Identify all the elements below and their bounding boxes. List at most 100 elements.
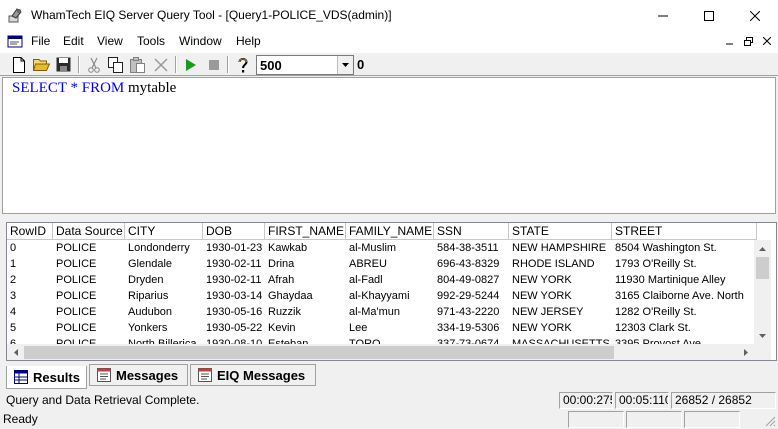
table-cell[interactable]: 584-38-3511 (434, 240, 509, 256)
table-cell[interactable]: 696-43-8329 (434, 256, 509, 272)
table-cell[interactable]: 8504 Washington St. (612, 240, 757, 256)
mdi-minimize-button[interactable] (723, 34, 737, 48)
table-cell[interactable]: 1793 O'Reilly St. (612, 256, 757, 272)
column-header[interactable]: STREET (612, 223, 757, 240)
table-cell[interactable]: Kevin (265, 320, 346, 336)
row-limit-dropdown-button[interactable] (337, 56, 353, 74)
table-cell[interactable]: POLICE (53, 256, 125, 272)
menu-file[interactable]: File (31, 34, 50, 48)
scroll-left-button[interactable] (7, 344, 24, 360)
table-cell[interactable]: POLICE (53, 240, 125, 256)
table-cell[interactable]: 1930-03-14 (203, 288, 265, 304)
paste-button[interactable] (128, 55, 148, 74)
table-cell[interactable]: 971-43-2220 (434, 304, 509, 320)
delete-button[interactable] (151, 55, 171, 74)
column-header[interactable]: DOB (203, 223, 265, 240)
table-cell[interactable]: NEW HAMPSHIRE (509, 240, 612, 256)
tab-results[interactable]: Results (6, 366, 87, 389)
resize-grip-icon[interactable] (764, 415, 776, 427)
table-cell[interactable]: ABREU (346, 256, 434, 272)
table-cell[interactable]: 334-19-5306 (434, 320, 509, 336)
close-button[interactable] (732, 0, 778, 31)
table-cell[interactable]: al-Fadl (346, 272, 434, 288)
vertical-scroll-thumb[interactable] (756, 257, 769, 279)
table-cell[interactable]: Ghaydaa (265, 288, 346, 304)
scroll-right-button[interactable] (737, 344, 754, 360)
table-cell[interactable]: NEW YORK (509, 320, 612, 336)
minimize-button[interactable] (640, 0, 686, 31)
table-cell[interactable]: al-Ma'mun (346, 304, 434, 320)
table-cell[interactable]: Audubon (125, 304, 203, 320)
table-cell[interactable]: Kawkab (265, 240, 346, 256)
horizontal-scroll-thumb[interactable] (24, 346, 614, 359)
table-cell[interactable]: POLICE (53, 320, 125, 336)
table-cell[interactable]: NEW YORK (509, 288, 612, 304)
table-cell[interactable]: 3165 Claiborne Ave. North (612, 288, 757, 304)
table-cell[interactable]: 4 (7, 304, 53, 320)
scroll-down-button[interactable] (754, 327, 771, 344)
column-header[interactable]: STATE (509, 223, 612, 240)
mdi-restore-button[interactable] (741, 34, 755, 48)
menu-window[interactable]: Window (179, 34, 222, 48)
maximize-button[interactable] (686, 0, 732, 31)
column-header[interactable]: RowID (7, 223, 53, 240)
table-cell[interactable]: POLICE (53, 288, 125, 304)
menu-tools[interactable]: Tools (137, 34, 165, 48)
table-cell[interactable]: 12303 Clark St. (612, 320, 757, 336)
menu-help[interactable]: Help (236, 34, 261, 48)
table-cell[interactable]: Yonkers (125, 320, 203, 336)
table-cell[interactable]: POLICE (53, 304, 125, 320)
tab-eiq-messages[interactable]: EIQ Messages (190, 364, 316, 386)
horizontal-scrollbar[interactable] (7, 344, 754, 360)
table-cell[interactable]: 0 (7, 240, 53, 256)
table-cell[interactable]: RHODE ISLAND (509, 256, 612, 272)
table-cell[interactable]: al-Khayyami (346, 288, 434, 304)
tab-messages[interactable]: Messages (89, 364, 188, 386)
run-button[interactable] (181, 55, 201, 74)
column-header[interactable]: FIRST_NAME (265, 223, 346, 240)
table-cell[interactable]: Dryden (125, 272, 203, 288)
table-cell[interactable]: 992-29-5244 (434, 288, 509, 304)
table-cell[interactable]: Afrah (265, 272, 346, 288)
table-cell[interactable]: Riparius (125, 288, 203, 304)
mdi-close-button[interactable] (760, 34, 774, 48)
copy-button[interactable] (106, 55, 126, 74)
pane-splitter[interactable] (0, 214, 778, 222)
table-row[interactable]: 3 POLICE Riparius 1930-03-14 Ghaydaa al-Khayy… (7, 288, 754, 304)
table-cell[interactable]: 1930-02-11 (203, 256, 265, 272)
results-grid[interactable]: RowID Data Source CITY DOB FIRST_NAME FAMILY_… (6, 222, 777, 361)
table-cell[interactable]: 1930-01-23 (203, 240, 265, 256)
table-cell[interactable]: 1930-02-11 (203, 272, 265, 288)
row-limit-combobox[interactable]: 500 (256, 55, 354, 75)
column-header[interactable]: FAMILY_NAME (346, 223, 434, 240)
column-header[interactable]: SSN (434, 223, 509, 240)
table-row[interactable]: 0 POLICE Londonderry 1930-01-23 Kawkab al-Mus… (7, 240, 754, 256)
table-cell[interactable]: 3 (7, 288, 53, 304)
table-cell[interactable]: 1930-05-22 (203, 320, 265, 336)
cut-button[interactable] (84, 55, 104, 74)
table-cell[interactable]: Glendale (125, 256, 203, 272)
stop-button[interactable] (204, 55, 224, 74)
table-cell[interactable]: NEW JERSEY (509, 304, 612, 320)
open-button[interactable] (31, 55, 51, 74)
table-row[interactable]: 5 POLICE Yonkers 1930-05-22 Kevin Lee 334-19-5… (7, 320, 754, 336)
scroll-up-button[interactable] (754, 240, 771, 257)
table-cell[interactable]: 804-49-0827 (434, 272, 509, 288)
table-row[interactable]: 4 POLICE Audubon 1930-05-16 Ruzzik al-Ma'mun 9… (7, 304, 754, 320)
table-cell[interactable]: NEW YORK (509, 272, 612, 288)
table-cell[interactable]: 1 (7, 256, 53, 272)
table-cell[interactable]: Londonderry (125, 240, 203, 256)
vertical-scrollbar[interactable] (754, 240, 771, 344)
help-button[interactable] (233, 55, 253, 74)
table-row[interactable]: 1 POLICE Glendale 1930-02-11 Drina ABREU 696-4… (7, 256, 754, 272)
save-button[interactable] (53, 55, 73, 74)
table-cell[interactable]: 2 (7, 272, 53, 288)
table-cell[interactable]: 1282 O'Reilly St. (612, 304, 757, 320)
table-cell[interactable]: Lee (346, 320, 434, 336)
column-header[interactable]: Data Source (53, 223, 125, 240)
table-cell[interactable]: 1930-05-16 (203, 304, 265, 320)
table-cell[interactable]: POLICE (53, 272, 125, 288)
column-header[interactable]: CITY (125, 223, 203, 240)
menu-view[interactable]: View (97, 34, 123, 48)
table-cell[interactable]: Ruzzik (265, 304, 346, 320)
